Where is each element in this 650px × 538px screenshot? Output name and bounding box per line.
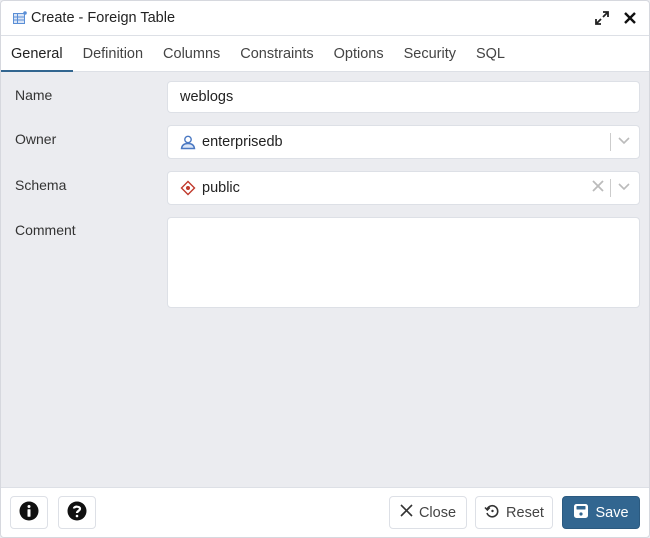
separator xyxy=(610,179,611,197)
reset-label: Reset xyxy=(506,504,544,521)
foreign-table-icon xyxy=(13,11,27,25)
name-value: weblogs xyxy=(180,89,234,105)
owner-select[interactable]: enterprisedb xyxy=(167,125,640,159)
tab-definition[interactable]: Definition xyxy=(73,36,153,71)
dialog-title: Create - Foreign Table xyxy=(31,10,176,26)
schema-label: Schema xyxy=(15,177,67,193)
comment-label: Comment xyxy=(15,222,76,238)
chevron-down-icon[interactable] xyxy=(617,133,631,151)
name-input[interactable]: weblogs xyxy=(167,81,640,113)
schema-icon xyxy=(180,180,196,196)
separator xyxy=(610,133,611,151)
schema-value: public xyxy=(202,180,240,196)
create-foreign-table-dialog: Create - Foreign Table General Definitio… xyxy=(0,0,650,538)
tab-sql[interactable]: SQL xyxy=(466,36,515,71)
info-icon xyxy=(19,501,39,525)
tab-columns[interactable]: Columns xyxy=(153,36,230,71)
chevron-down-icon[interactable] xyxy=(617,179,631,197)
reset-button[interactable]: Reset xyxy=(475,496,553,529)
expand-icon[interactable] xyxy=(593,9,611,27)
name-label: Name xyxy=(15,87,53,103)
close-icon[interactable] xyxy=(621,9,639,27)
owner-label: Owner xyxy=(15,131,57,147)
info-button[interactable] xyxy=(10,496,48,529)
reset-icon xyxy=(484,503,500,523)
help-button[interactable] xyxy=(58,496,96,529)
close-label: Close xyxy=(418,504,457,521)
tab-options[interactable]: Options xyxy=(324,36,394,71)
save-button[interactable]: Save xyxy=(562,496,640,529)
owner-value: enterprisedb xyxy=(202,134,283,150)
comment-textarea[interactable] xyxy=(167,217,640,308)
save-icon xyxy=(573,503,589,523)
tab-general[interactable]: General xyxy=(1,36,73,72)
tab-bar: General Definition Columns Constraints O… xyxy=(1,36,649,72)
clear-icon[interactable] xyxy=(592,180,604,196)
schema-select[interactable]: public xyxy=(167,171,640,205)
dialog-titlebar[interactable]: Create - Foreign Table xyxy=(1,1,649,36)
tab-security[interactable]: Security xyxy=(394,36,466,71)
user-role-icon xyxy=(180,134,196,150)
tab-constraints[interactable]: Constraints xyxy=(230,36,323,71)
dialog-footer: Close Reset Save xyxy=(1,487,649,537)
close-button[interactable]: Close xyxy=(389,496,467,529)
help-icon xyxy=(67,501,87,525)
close-x-icon xyxy=(400,504,413,521)
save-label: Save xyxy=(595,504,629,521)
